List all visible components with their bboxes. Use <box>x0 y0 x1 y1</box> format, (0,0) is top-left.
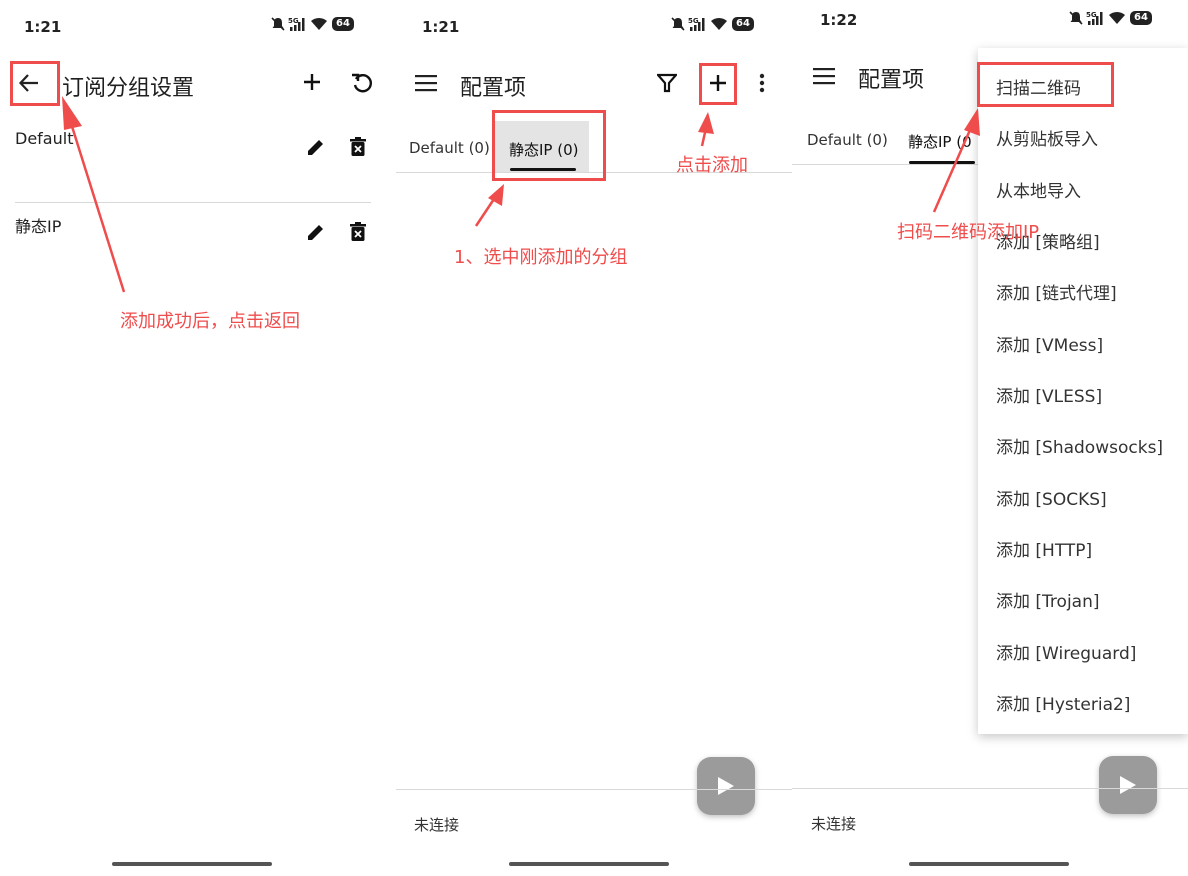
menu-item-add-trojan[interactable]: 添加 [Trojan] <box>996 587 1100 612</box>
svg-text:5G: 5G <box>288 17 299 25</box>
connect-fab[interactable] <box>1099 756 1157 814</box>
svg-text:5G: 5G <box>1086 11 1097 19</box>
more-vert-icon[interactable] <box>752 72 772 94</box>
highlight-box-tab <box>492 110 606 181</box>
status-icons: 5G 64 <box>1068 8 1152 28</box>
tab-default[interactable]: Default (0) <box>807 131 888 149</box>
plus-icon[interactable] <box>300 70 324 94</box>
status-time: 1:22 <box>820 11 858 29</box>
home-indicator <box>509 862 669 866</box>
menu-item-add-socks[interactable]: 添加 [SOCKS] <box>996 485 1107 510</box>
wifi-icon <box>311 17 327 30</box>
svg-text:5G: 5G <box>688 17 699 25</box>
row-divider <box>15 202 371 203</box>
battery-icon: 64 <box>1130 11 1152 25</box>
bottom-divider <box>396 789 792 790</box>
tab-default[interactable]: Default (0) <box>409 139 490 157</box>
page-title: 订阅分组设置 <box>62 76 195 101</box>
mute-bell-icon <box>1069 11 1083 25</box>
status-icons: 5G 64 <box>670 14 754 34</box>
status-icons: 5G 64 <box>270 14 354 34</box>
play-icon <box>718 777 734 795</box>
page-title: 配置项 <box>858 68 925 93</box>
group-row-default-label: Default <box>15 129 74 148</box>
menu-item-add-http[interactable]: 添加 [HTTP] <box>996 536 1092 561</box>
highlight-box-back <box>10 61 60 106</box>
tab-divider <box>792 164 978 165</box>
add-config-dropdown-menu: 扫描二维码 从剪贴板导入 从本地导入 添加 [策略组] 添加 [链式代理] 添加… <box>978 48 1188 734</box>
mute-bell-icon <box>271 17 285 31</box>
delete-icon[interactable] <box>348 221 368 243</box>
connection-status: 未连接 <box>811 815 857 833</box>
page-title: 配置项 <box>460 76 527 101</box>
refresh-icon[interactable] <box>349 69 375 95</box>
menu-item-import-clipboard[interactable]: 从剪贴板导入 <box>996 125 1098 150</box>
group-row-static-ip-label: 静态IP <box>15 217 62 236</box>
menu-item-add-hysteria2[interactable]: 添加 [Hysteria2] <box>996 690 1130 715</box>
bottom-divider <box>792 788 1188 789</box>
mute-bell-icon <box>671 17 685 31</box>
screen-subscription-group-settings: 1:21 5G 64 订阅分组设置 Default 静态IP 添加成功后，点击返… <box>0 0 396 876</box>
signal-5g-icon: 5G <box>688 17 705 31</box>
menu-item-add-vmess[interactable]: 添加 [VMess] <box>996 331 1103 356</box>
highlight-box-add <box>699 63 737 105</box>
hamburger-menu-icon[interactable] <box>414 72 438 94</box>
connect-fab[interactable] <box>697 757 755 815</box>
screen-config-items: 1:21 5G 64 配置项 Default (0) 静态IP (0) 1、选中… <box>396 0 792 876</box>
menu-item-import-local[interactable]: 从本地导入 <box>996 177 1081 202</box>
annotation-text: 添加成功后，点击返回 <box>120 311 300 332</box>
hamburger-menu-icon[interactable] <box>812 65 836 87</box>
wifi-icon <box>711 17 727 30</box>
annotation-select-group: 1、选中刚添加的分组 <box>454 247 628 268</box>
filter-icon[interactable] <box>656 72 678 94</box>
home-indicator <box>909 862 1069 866</box>
menu-item-add-chain-proxy[interactable]: 添加 [链式代理] <box>996 279 1117 304</box>
edit-pencil-icon[interactable] <box>305 136 327 158</box>
play-icon <box>1120 776 1136 794</box>
highlight-box-scan-qr <box>977 62 1114 107</box>
status-time: 1:21 <box>422 18 460 36</box>
menu-item-add-shadowsocks[interactable]: 添加 [Shadowsocks] <box>996 433 1163 458</box>
connection-status: 未连接 <box>414 816 460 834</box>
battery-icon: 64 <box>732 17 754 31</box>
annotation-scan-qr: 扫码二维码添加IP <box>897 222 1040 243</box>
annotation-click-add: 点击添加 <box>676 155 748 176</box>
battery-icon: 64 <box>332 17 354 31</box>
tab-static-ip[interactable]: 静态IP (0 <box>908 131 972 152</box>
menu-item-add-vless[interactable]: 添加 [VLESS] <box>996 382 1102 407</box>
menu-item-add-wireguard[interactable]: 添加 [Wireguard] <box>996 639 1136 664</box>
signal-5g-icon: 5G <box>288 17 305 31</box>
home-indicator <box>112 862 272 866</box>
status-time: 1:21 <box>24 18 62 36</box>
edit-pencil-icon[interactable] <box>305 221 327 243</box>
signal-5g-icon: 5G <box>1086 11 1103 25</box>
delete-icon[interactable] <box>348 136 368 158</box>
wifi-icon <box>1109 11 1125 24</box>
